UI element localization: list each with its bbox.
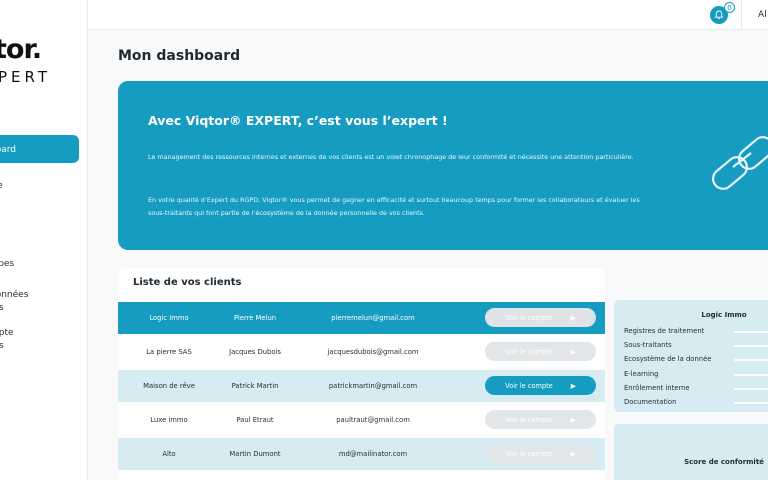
contact-cell: Pierre Melun	[233, 314, 277, 322]
sidebar-item-label[interactable]: board	[0, 144, 16, 156]
view-account-label: Voir le compte	[505, 415, 553, 424]
email-cell: paultraut@gmail.com	[336, 416, 410, 424]
sidebar-item-label[interactable]: uipes	[0, 258, 14, 270]
progress-bar	[734, 345, 768, 347]
hero-title: Avec Viqtor® EXPERT, c’est vous l’expert…	[148, 113, 448, 128]
client-detail-title: Logic Immo	[701, 311, 747, 319]
detail-item: E-learning	[624, 370, 659, 378]
sidebar-item-label[interactable]: ats	[0, 340, 4, 352]
view-account-label: Voir le compte	[505, 313, 553, 322]
progress-bar	[734, 388, 768, 390]
page-title: Mon dashboard	[118, 48, 241, 64]
email-cell: patrickmartin@gmail.com	[328, 382, 418, 390]
play-icon: ▶	[570, 381, 576, 390]
notification-count-badge: 0	[724, 2, 735, 13]
hero-paragraph-1: Le management des ressources internes et…	[148, 153, 634, 161]
logo-main: tor.	[0, 34, 42, 65]
app-root: tor. PERT board ise uipes données ats mp…	[0, 0, 768, 480]
detail-item: Documentation	[624, 398, 677, 406]
play-icon: ▶	[570, 449, 576, 458]
view-account-label: Voir le compte	[505, 347, 553, 356]
view-account-label: Voir le compte	[505, 381, 553, 390]
table-row[interactable]: Maison de rêve Patrick Martin patrickmar…	[118, 370, 605, 402]
client-detail-panel: Logic Immo Registres de traitement Sous-…	[614, 300, 768, 412]
email-cell: jacquesdubois@gmail.com	[327, 348, 419, 356]
contact-cell: Martin Dumont	[229, 450, 281, 458]
contact-cell: Patrick Martin	[231, 382, 279, 390]
progress-bar	[734, 331, 768, 333]
view-account-button[interactable]: Voir le compte ▶	[485, 308, 596, 327]
sidebar-item-label[interactable]: données	[0, 289, 28, 301]
table-row[interactable]: Luxe immo Paul Etraut paultraut@gmail.co…	[118, 404, 605, 436]
sidebar: tor. PERT board ise uipes données ats mp…	[0, 0, 88, 480]
play-icon: ▶	[570, 347, 576, 356]
table-row[interactable]: Alto Martin Dumont md@mailinator.com Voi…	[118, 438, 605, 470]
view-account-button[interactable]: Voir le compte ▶	[485, 376, 596, 395]
logo-sub: PERT	[0, 68, 52, 86]
clients-card: Liste de vos clients Logic Immo Pierre M…	[118, 268, 605, 480]
play-icon: ▶	[570, 415, 576, 424]
compliance-score-panel: Score de conformité	[614, 424, 768, 480]
clients-title: Liste de vos clients	[133, 277, 242, 288]
view-account-button[interactable]: Voir le compte ▶	[485, 410, 596, 429]
compliance-score-title: Score de conformité	[684, 458, 764, 466]
view-account-button[interactable]: Voir le compte ▶	[485, 444, 596, 463]
topbar: 0 Al	[88, 0, 768, 30]
sidebar-item-label[interactable]: mpte	[0, 327, 14, 339]
detail-item: Registres de traitement	[624, 327, 705, 335]
view-account-button[interactable]: Voir le compte ▶	[485, 342, 596, 361]
progress-bar	[734, 402, 768, 404]
hero-paragraph-2: En votre qualité d’Expert du RGPD, Viqto…	[148, 196, 640, 217]
contact-cell: Jacques Dubois	[229, 348, 281, 356]
detail-item: Enrôlement interne	[624, 384, 690, 392]
view-account-label: Voir le compte	[505, 449, 553, 458]
email-cell: pierremelun@gmail.com	[331, 314, 415, 322]
user-menu[interactable]: Al	[758, 10, 767, 20]
detail-item: Ecosystème de la donnée	[624, 355, 712, 363]
table-row[interactable]: La pierre SAS Jacques Dubois jacquesdubo…	[118, 336, 605, 368]
email-cell: md@mailinator.com	[338, 450, 408, 458]
hero-banner: Avec Viqtor® EXPERT, c’est vous l’expert…	[118, 81, 768, 250]
topbar-divider	[741, 0, 742, 30]
table-row[interactable]: Logic Immo Pierre Melun pierremelun@gmai…	[118, 302, 605, 334]
progress-bar	[734, 374, 768, 376]
sidebar-item-label[interactable]: ats	[0, 302, 4, 314]
chain-link-icon	[712, 136, 768, 190]
play-icon: ▶	[570, 313, 576, 322]
bell-icon	[714, 10, 724, 20]
sidebar-item-label[interactable]: ise	[0, 180, 3, 192]
contact-cell: Paul Etraut	[236, 416, 274, 424]
progress-bar	[734, 359, 768, 361]
detail-item: Sous-traitants	[624, 341, 672, 349]
